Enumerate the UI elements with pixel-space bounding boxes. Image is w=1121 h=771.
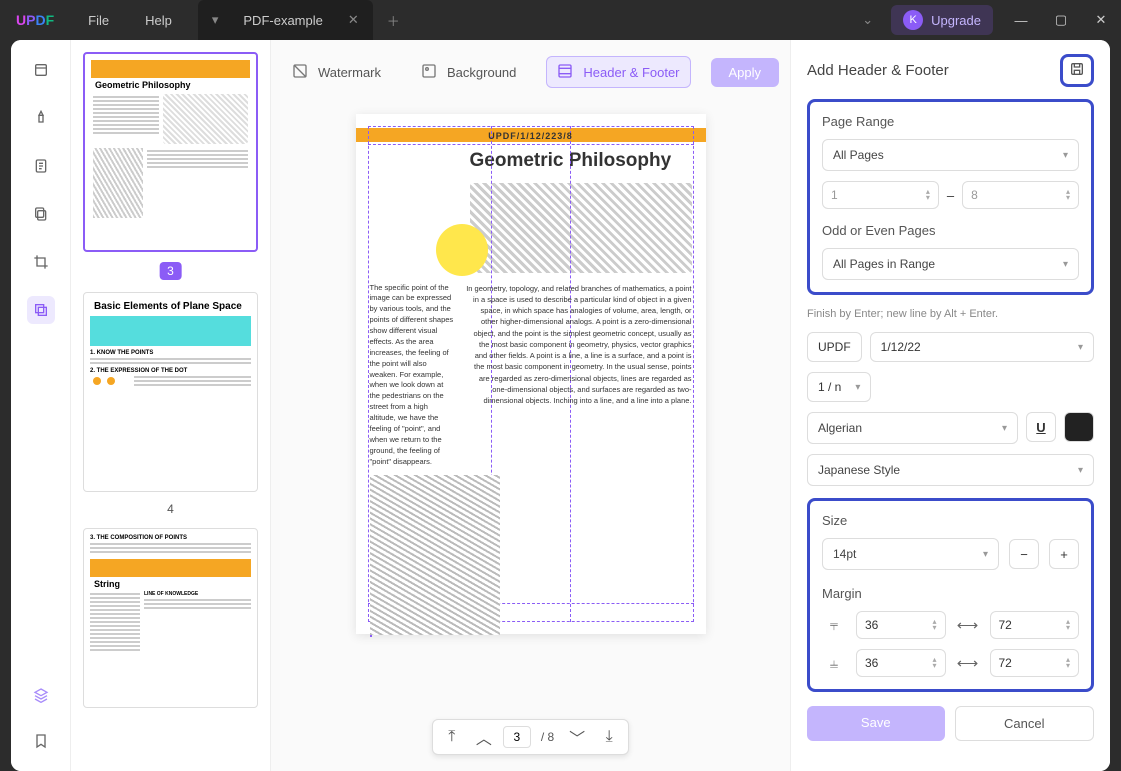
margin-bottom-icon: ⫨ [822, 655, 846, 672]
rail-thumbnails-icon[interactable] [27, 56, 55, 84]
page-left-column: The specific point of the image can be e… [370, 283, 456, 468]
page-range-label: Page Range [822, 114, 1079, 129]
app-logo: UPDF [0, 12, 70, 28]
rail-notes-icon[interactable] [27, 152, 55, 180]
rail-highlight-icon[interactable] [27, 104, 55, 132]
rail-crop-icon[interactable] [27, 248, 55, 276]
date-select[interactable]: 1/12/22▾ [870, 332, 1094, 362]
thumbnail-page-5[interactable]: 3. THE COMPOSITION OF POINTS String LINE… [83, 528, 258, 708]
menu-file[interactable]: File [70, 13, 127, 28]
thumbnail-page-4[interactable]: Basic Elements of Plane Space 1. KNOW TH… [83, 292, 258, 492]
margin-label: Margin [822, 586, 1079, 601]
titlebar: UPDF File Help ▾ PDF-example ✕ ＋ ⌄ K Upg… [0, 0, 1121, 40]
last-page-icon[interactable]: ⤓ [596, 724, 622, 750]
rail-bookmark-icon[interactable] [27, 727, 55, 755]
style-select[interactable]: Japanese Style▾ [807, 454, 1094, 486]
size-select[interactable]: 14pt▾ [822, 538, 999, 570]
size-decrease-icon[interactable]: − [1009, 539, 1039, 569]
size-margin-section: Size 14pt▾ − + Margin ⫧ 36▴▾ ⟷ 72▴▾ ⫨ 36… [807, 498, 1094, 692]
rail-copy-icon[interactable] [27, 200, 55, 228]
document-tab[interactable]: ▾ PDF-example ✕ [198, 0, 373, 40]
watermark-icon [292, 63, 310, 81]
tab-dropdown-icon[interactable]: ▾ [212, 12, 219, 28]
rail-stack-icon[interactable] [27, 681, 55, 709]
panel-title: Add Header & Footer [807, 62, 949, 79]
left-rail [11, 40, 71, 771]
thumb-badge-3: 3 [159, 262, 182, 280]
chevron-down-icon: ▾ [1063, 259, 1068, 270]
margin-left-input[interactable]: 72▴▾ [990, 611, 1080, 639]
size-increase-icon[interactable]: + [1049, 539, 1079, 569]
thumb-label-4: 4 [83, 502, 258, 516]
thumbnails-panel: Geometric Philosophy 3 Basic Elements of… [71, 40, 271, 771]
close-icon[interactable]: ✕ [1081, 0, 1121, 40]
range-to-input[interactable]: 8▴▾ [962, 181, 1079, 209]
color-swatch-icon[interactable] [1064, 412, 1094, 442]
page-range-section: Page Range All Pages▾ 1▴▾ – 8▴▾ Odd or E… [807, 99, 1094, 295]
margin-bottom-input[interactable]: 36▴▾ [856, 649, 946, 677]
page-number-input[interactable] [503, 726, 531, 748]
next-page-icon[interactable]: ﹀ [564, 724, 590, 750]
range-from-input[interactable]: 1▴▾ [822, 181, 939, 209]
cancel-button[interactable]: Cancel [955, 706, 1095, 741]
prev-page-icon[interactable]: ︿ [471, 724, 497, 750]
header-stamp: UPDF/1/12/223/8 [488, 130, 573, 143]
maximize-icon[interactable]: ▢ [1041, 0, 1081, 40]
thumbnail-page-3[interactable]: Geometric Philosophy [83, 52, 258, 252]
size-label: Size [822, 513, 1079, 528]
rail-layers-icon[interactable] [27, 296, 55, 324]
page-right-column: In geometry, topology, and related branc… [466, 283, 692, 468]
top-toolbar: Watermark Background Header & Footer App… [271, 40, 790, 94]
input-hint: Finish by Enter; new line by Alt + Enter… [807, 307, 1094, 322]
ratio-select[interactable]: 1 / n▾ [807, 372, 871, 402]
underline-icon[interactable]: U [1026, 412, 1056, 442]
new-tab-button[interactable]: ＋ [373, 11, 414, 30]
odd-even-label: Odd or Even Pages [822, 223, 1079, 238]
header-footer-icon [557, 63, 575, 81]
page-preview: UPDF/1/12/223/8 Geometric Philosophy The… [356, 114, 706, 634]
upgrade-button[interactable]: K Upgrade [891, 5, 993, 35]
tab-close-icon[interactable]: ✕ [348, 12, 359, 28]
properties-panel: Add Header & Footer Page Range All Pages… [790, 40, 1110, 771]
save-template-icon[interactable] [1060, 54, 1094, 87]
header-footer-tool[interactable]: Header & Footer [546, 56, 690, 88]
brand-select[interactable]: UPDF [807, 332, 862, 362]
margin-right-icon: ⟷ [956, 654, 980, 672]
margin-left-icon: ⟷ [956, 616, 980, 634]
titlebar-chevron-icon[interactable]: ⌄ [852, 12, 883, 28]
apply-button[interactable]: Apply [711, 58, 780, 87]
page-range-select[interactable]: All Pages▾ [822, 139, 1079, 171]
menu-help[interactable]: Help [127, 13, 190, 28]
page-total: / 8 [537, 730, 558, 744]
range-dash: – [947, 188, 954, 203]
odd-even-select[interactable]: All Pages in Range▾ [822, 248, 1079, 280]
margin-right-input[interactable]: 72▴▾ [990, 649, 1080, 677]
font-select[interactable]: Algerian▾ [807, 412, 1018, 444]
background-tool[interactable]: Background [411, 57, 526, 87]
page-heading: Geometric Philosophy [370, 148, 692, 175]
tab-title: PDF-example [243, 13, 322, 28]
avatar: K [903, 10, 923, 30]
background-icon [421, 63, 439, 81]
first-page-icon[interactable]: ⤒ [439, 724, 465, 750]
save-button[interactable]: Save [807, 706, 945, 741]
chevron-down-icon: ▾ [1063, 150, 1068, 161]
watermark-tool[interactable]: Watermark [282, 57, 391, 87]
document-view: Watermark Background Header & Footer App… [271, 40, 790, 771]
margin-top-icon: ⫧ [822, 617, 846, 634]
minimize-icon[interactable]: ― [1001, 0, 1041, 40]
page-navigator: ⤒ ︿ / 8 ﹀ ⤓ [432, 719, 629, 755]
margin-top-input[interactable]: 36▴▾ [856, 611, 946, 639]
